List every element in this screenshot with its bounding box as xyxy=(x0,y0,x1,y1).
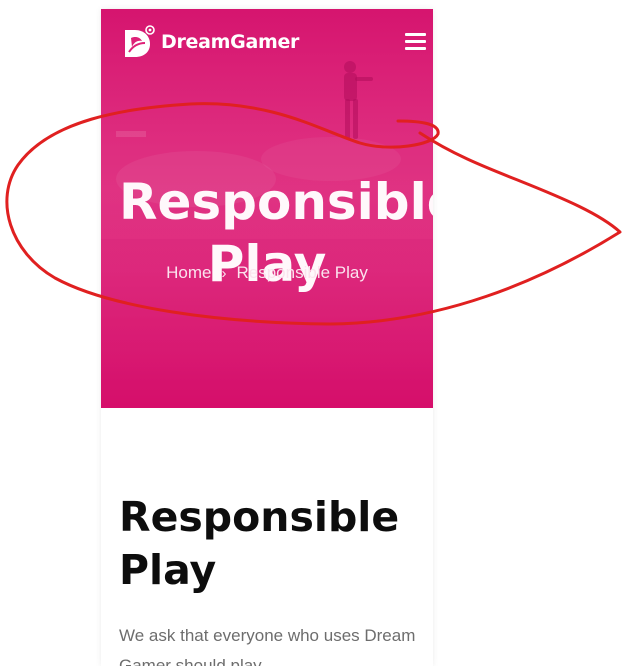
hero-title-line-1: Responsible xyxy=(119,172,433,231)
screenshot-stage: DreamGamer Responsible Play Home › Respons… xyxy=(0,0,624,666)
page-title: Responsible Play xyxy=(119,493,400,594)
top-navbar: DreamGamer xyxy=(101,9,433,69)
mobile-viewport: DreamGamer Responsible Play Home › Respons… xyxy=(101,9,433,666)
main-content: Responsible Play We ask that everyone wh… xyxy=(101,408,433,666)
intro-paragraph: We ask that everyone who uses Dream Game… xyxy=(119,626,416,666)
breadcrumb-home-link[interactable]: Home xyxy=(166,263,211,282)
dreamgamer-logo-icon xyxy=(125,25,155,57)
brand-logo[interactable]: DreamGamer xyxy=(121,24,299,60)
chevron-right-icon: › xyxy=(221,265,227,282)
breadcrumb: Home › Responsible Play xyxy=(101,263,433,283)
hamburger-menu-icon[interactable] xyxy=(405,33,427,51)
brand-name: DreamGamer xyxy=(161,31,300,53)
hero-banner: DreamGamer Responsible Play Home › Respons… xyxy=(101,9,433,408)
breadcrumb-current: Responsible Play xyxy=(236,263,368,282)
